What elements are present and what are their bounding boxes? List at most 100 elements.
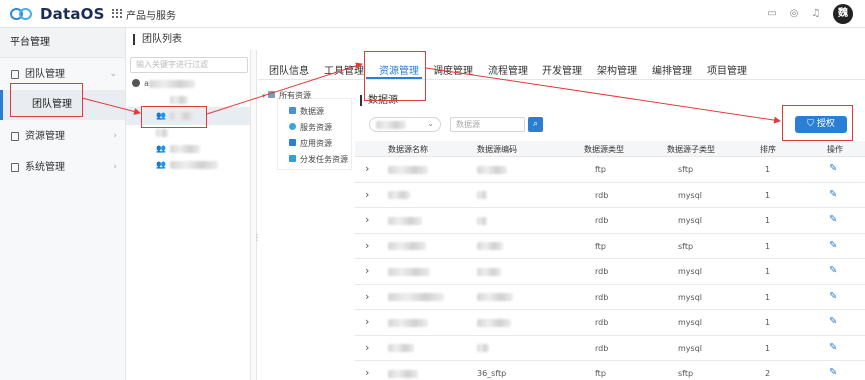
cell-name <box>388 242 426 251</box>
cell-code <box>477 242 503 251</box>
cell-type: rdb <box>595 190 609 200</box>
tab-projects[interactable]: 项目管理 <box>707 62 747 77</box>
tab-team-info[interactable]: 团队信息 <box>269 62 309 77</box>
tree-root-node[interactable]: a <box>132 77 195 91</box>
tree-filter-input[interactable]: 输入关键字进行过滤 <box>130 57 248 73</box>
database-icon <box>289 107 296 114</box>
tree-node[interactable] <box>170 93 188 107</box>
cell-order: 1 <box>765 267 771 276</box>
table-row[interactable]: › ftp sftp 1 ✎ <box>355 157 865 183</box>
annotation-box <box>364 51 426 101</box>
team-icon <box>11 70 19 79</box>
user-icon: 👥 <box>156 160 166 169</box>
resource-root[interactable]: ▾ 所有资源 <box>262 89 311 102</box>
cell-name <box>388 344 414 353</box>
expand-icon[interactable]: › <box>365 341 369 354</box>
table-row[interactable]: › ftp sftp 1 ✎ <box>355 234 865 259</box>
cell-name <box>388 191 410 200</box>
cell-type: ftp <box>595 369 606 378</box>
cell-subtype: mysql <box>678 190 702 200</box>
tree-node[interactable]: 👥 <box>156 142 200 156</box>
edit-icon[interactable]: ✎ <box>829 189 837 200</box>
sidebar-title: 平台管理 <box>0 28 125 58</box>
bell-icon[interactable]: ♫ <box>811 9 821 19</box>
table-row[interactable]: › rdb mysql 1 ✎ <box>355 183 865 208</box>
edit-icon[interactable]: ✎ <box>829 214 837 225</box>
expand-icon[interactable]: › <box>365 264 369 277</box>
cell-subtype: mysql <box>678 216 702 225</box>
collapse-icon: ▾ <box>262 92 266 100</box>
expand-icon[interactable]: › <box>365 213 369 226</box>
team-tree-panel: 输入关键字进行过滤 a 👥 👥 👥 <box>126 50 250 380</box>
dataos-logo[interactable]: DataOS <box>10 4 105 24</box>
top-icons: ▭ ◎ ♫ 魏 <box>767 4 853 24</box>
datasource-search-input[interactable]: 数据源 <box>450 117 525 132</box>
sidebar-item-label: 资源管理 <box>25 131 65 142</box>
cell-subtype: mysql <box>678 343 702 353</box>
expand-icon[interactable]: › <box>365 188 369 201</box>
col-name: 数据源名称 <box>388 145 428 154</box>
tab-tools[interactable]: 工具管理 <box>324 62 364 77</box>
table-row[interactable]: › rdb mysql 1 ✎ <box>355 285 865 310</box>
cell-name <box>388 369 418 378</box>
expand-icon[interactable]: › <box>365 162 369 175</box>
cell-name <box>388 318 428 327</box>
table-row[interactable]: › 36_sftp ftp sftp 2 ✎ <box>355 361 865 380</box>
edit-icon[interactable]: ✎ <box>829 265 837 276</box>
resource-dispatch[interactable]: 分发任务资源 <box>289 153 348 166</box>
cell-name <box>388 267 430 276</box>
tab-workflow[interactable]: 流程管理 <box>488 62 528 77</box>
cell-code <box>477 344 489 353</box>
table-row[interactable]: › rdb mysql 1 ✎ <box>355 310 865 336</box>
app-icon <box>289 139 296 146</box>
resource-application[interactable]: 应用资源 <box>289 137 332 150</box>
edit-icon[interactable]: ✎ <box>829 342 837 353</box>
table-row[interactable]: › rdb mysql 1 ✎ <box>355 208 865 234</box>
tree-node[interactable] <box>156 126 168 140</box>
edit-icon[interactable]: ✎ <box>829 367 837 378</box>
apps-grid-icon[interactable] <box>112 9 122 18</box>
cell-subtype: mysql <box>678 318 702 327</box>
cell-code: 36_sftp <box>477 369 507 378</box>
cell-code <box>477 216 487 225</box>
edit-icon[interactable]: ✎ <box>829 291 837 302</box>
tab-orchestration[interactable]: 编排管理 <box>652 62 692 77</box>
cell-subtype: mysql <box>678 267 702 276</box>
cell-code <box>477 293 513 302</box>
resource-datasource[interactable]: 数据源 <box>289 105 324 118</box>
chevron-down-icon: ⌄ <box>427 119 434 128</box>
annotation-box <box>10 83 83 117</box>
top-bar: DataOS 产品与服务 ▭ ◎ ♫ 魏 <box>0 0 865 28</box>
table-row[interactable]: › rdb mysql 1 ✎ <box>355 259 865 285</box>
search-icon[interactable]: ⌕ <box>528 117 543 132</box>
products-menu[interactable]: 产品与服务 <box>126 7 176 22</box>
tab-architecture[interactable]: 架构管理 <box>597 62 637 77</box>
tree-node[interactable]: 👥 <box>156 158 218 172</box>
annotation-box <box>782 105 853 141</box>
tab-scheduling[interactable]: 调度管理 <box>433 62 473 77</box>
cell-subtype: sftp <box>678 165 694 174</box>
cell-order: 1 <box>765 318 771 327</box>
resource-service[interactable]: 服务资源 <box>289 121 332 134</box>
datasource-type-select[interactable]: ⌄ <box>369 117 441 132</box>
cell-type: rdb <box>595 216 609 225</box>
edit-icon[interactable]: ✎ <box>829 240 837 251</box>
cell-name <box>388 165 428 174</box>
database-icon[interactable]: ◎ <box>789 9 799 19</box>
expand-icon[interactable]: › <box>365 290 369 303</box>
sidebar-item-resource[interactable]: 资源管理 › <box>0 121 125 152</box>
mail-icon[interactable]: ▭ <box>767 9 777 19</box>
annotation-box <box>141 106 207 128</box>
expand-icon[interactable]: › <box>365 366 369 379</box>
panel-splitter[interactable]: ⋮ <box>250 50 261 380</box>
expand-icon[interactable]: › <box>365 239 369 252</box>
expand-icon[interactable]: › <box>365 315 369 328</box>
edit-icon[interactable]: ✎ <box>829 316 837 327</box>
col-action: 操作 <box>827 145 843 154</box>
avatar[interactable]: 魏 <box>833 4 853 24</box>
sidebar-item-system[interactable]: 系统管理 › <box>0 152 125 183</box>
table-row[interactable]: › rdb mysql 1 ✎ <box>355 336 865 361</box>
edit-icon[interactable]: ✎ <box>829 163 837 174</box>
tab-development[interactable]: 开发管理 <box>542 62 582 77</box>
cell-type: rdb <box>595 292 609 302</box>
